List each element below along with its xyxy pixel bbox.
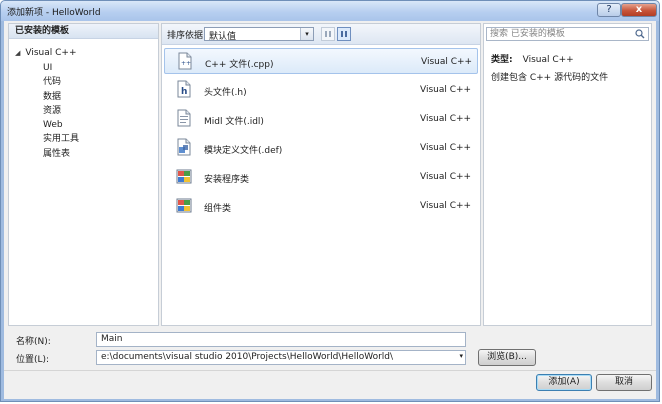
template-type: Visual C++ <box>420 85 472 95</box>
name-label: 名称(N): <box>16 337 51 347</box>
header-file-icon: h <box>177 80 191 98</box>
dialog-body: 已安装的模板 ◢ Visual C++ UI 代码 数据 资源 Web 实用工具 … <box>4 21 656 399</box>
template-name: 头文件(.h) <box>204 88 247 98</box>
search-icon[interactable] <box>634 29 646 39</box>
template-list-panel: 排序依据: 默认值 ▾ ++ C++ 文件(.cpp) Visual C++ h… <box>161 23 481 326</box>
location-combobox[interactable]: e:\documents\visual studio 2010\Projects… <box>96 350 466 365</box>
title-bar[interactable]: 添加新项 - HelloWorld ? x <box>1 1 659 21</box>
tree-node-resource[interactable]: 资源 <box>43 104 79 118</box>
close-icon: x <box>635 4 643 15</box>
chevron-down-icon[interactable]: ▾ <box>459 352 463 360</box>
tree-node-label: Visual C++ <box>25 48 77 58</box>
cancel-button[interactable]: 取消 <box>596 374 652 391</box>
component-class-icon <box>176 198 192 213</box>
chevron-down-icon[interactable]: ▾ <box>300 28 313 40</box>
template-name: 安装程序类 <box>204 175 250 185</box>
template-item-def-file[interactable]: 模块定义文件(.def) Visual C++ <box>164 135 478 161</box>
installer-class-icon <box>176 169 192 184</box>
tree-node-property-sheet[interactable]: 属性表 <box>43 147 79 161</box>
template-item-midl-file[interactable]: Midl 文件(.idl) Visual C++ <box>164 106 478 132</box>
window-title: 添加新项 - HelloWorld <box>7 8 101 18</box>
tree-node-utility[interactable]: 实用工具 <box>43 132 79 146</box>
cpp-file-icon: ++ <box>178 52 192 70</box>
name-input[interactable]: Main <box>96 332 466 347</box>
installed-templates-header[interactable]: 已安装的模板 <box>9 24 158 39</box>
tree-children: UI 代码 数据 资源 Web 实用工具 属性表 <box>43 61 79 161</box>
sort-value: 默认值 <box>209 32 237 42</box>
tree-node-visual-cpp[interactable]: ◢ Visual C++ <box>15 46 77 60</box>
small-icons-view-button[interactable] <box>321 27 335 41</box>
template-type: Visual C++ <box>420 201 472 211</box>
tree-node-code[interactable]: 代码 <box>43 75 79 89</box>
template-item-installer-class[interactable]: 安装程序类 Visual C++ <box>164 164 478 190</box>
template-details-panel: 类型: Visual C++ 创建包含 C++ 源代码的文件 <box>483 23 652 326</box>
search-input[interactable] <box>487 28 638 40</box>
template-item-header-file[interactable]: h 头文件(.h) Visual C++ <box>164 77 478 103</box>
template-name: Midl 文件(.idl) <box>204 117 264 127</box>
browse-button[interactable]: 浏览(B)... <box>478 349 536 366</box>
add-new-item-dialog: 添加新项 - HelloWorld ? x 已安装的模板 ◢ Visual C++… <box>0 0 660 402</box>
type-value: Visual C++ <box>522 55 574 65</box>
template-type-row: 类型: Visual C++ <box>491 52 574 65</box>
sort-label: 排序依据: <box>167 31 207 41</box>
template-tree-panel: 已安装的模板 ◢ Visual C++ UI 代码 数据 资源 Web 实用工具 … <box>8 23 159 326</box>
template-type: Visual C++ <box>420 143 472 153</box>
template-type: Visual C++ <box>420 114 472 124</box>
list-view-button[interactable] <box>337 27 351 41</box>
template-type: Visual C++ <box>421 57 473 67</box>
svg-text:h: h <box>181 87 187 97</box>
template-toolbar: 排序依据: 默认值 ▾ <box>162 24 480 45</box>
footer-separator <box>4 370 656 371</box>
sort-dropdown[interactable]: 默认值 ▾ <box>204 27 314 42</box>
location-value: e:\documents\visual studio 2010\Projects… <box>101 352 394 362</box>
midl-file-icon <box>177 109 191 127</box>
template-description: 创建包含 C++ 源代码的文件 <box>491 73 609 83</box>
type-label: 类型: <box>491 55 513 65</box>
template-item-cpp-file[interactable]: ++ C++ 文件(.cpp) Visual C++ <box>164 48 478 74</box>
template-type: Visual C++ <box>420 172 472 182</box>
location-label: 位置(L): <box>16 355 50 365</box>
search-box[interactable] <box>486 27 649 41</box>
template-name: 组件类 <box>204 204 232 214</box>
template-item-component-class[interactable]: 组件类 Visual C++ <box>164 193 478 219</box>
tree-node-web[interactable]: Web <box>43 118 79 132</box>
svg-text:++: ++ <box>181 60 191 67</box>
add-button[interactable]: 添加(A) <box>536 374 592 391</box>
tree-node-ui[interactable]: UI <box>43 61 79 75</box>
close-button[interactable]: x <box>621 3 657 17</box>
template-name: C++ 文件(.cpp) <box>205 60 274 70</box>
help-icon: ? <box>606 4 612 15</box>
template-name: 模块定义文件(.def) <box>204 146 283 156</box>
tree-node-data[interactable]: 数据 <box>43 90 79 104</box>
def-file-icon <box>177 138 191 156</box>
help-button[interactable]: ? <box>597 3 621 17</box>
tree-expand-icon[interactable]: ◢ <box>15 46 20 60</box>
